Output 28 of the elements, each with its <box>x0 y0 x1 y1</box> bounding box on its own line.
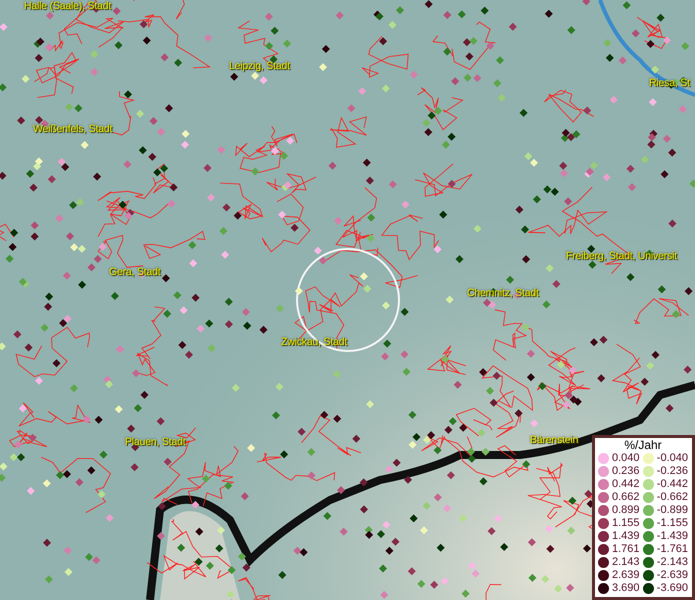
legend-value: 0.662 <box>612 491 640 504</box>
legend-value: 1.761 <box>612 543 640 556</box>
place-label: Plauen, Stadt <box>125 436 186 448</box>
legend-value: 1.439 <box>612 530 640 543</box>
legend-value: -0.899 <box>656 504 688 517</box>
legend-value: -0.442 <box>656 478 688 491</box>
legend-value: -2.639 <box>656 569 688 582</box>
legend-value: -1.155 <box>656 517 688 530</box>
legend-value: -1.761 <box>656 543 688 556</box>
place-label: Weißenfels, Stadt <box>33 123 112 135</box>
legend-value: 0.442 <box>612 478 640 491</box>
legend-value: -0.040 <box>656 452 688 465</box>
legend-value: -1.439 <box>656 530 688 543</box>
legend-title: %/Jahr <box>623 439 663 452</box>
legend-value: 0.040 <box>612 452 640 465</box>
legend-value: 2.143 <box>612 556 640 569</box>
place-label: Leipzig, Stadt <box>229 60 290 72</box>
legend-value: -2.143 <box>656 556 688 569</box>
legend-value: 0.899 <box>612 504 640 517</box>
place-label: Bärenstein <box>530 434 578 446</box>
legend-value: 3.690 <box>612 582 640 595</box>
legend-value: -0.236 <box>656 465 688 478</box>
legend-value: 0.236 <box>612 465 640 478</box>
legend-value: -3.690 <box>656 582 688 595</box>
legend-value: 2.639 <box>612 569 640 582</box>
legend-value: 1.155 <box>612 517 640 530</box>
legend-value: -0.662 <box>656 491 688 504</box>
place-label: Gera, Stadt <box>109 266 160 278</box>
